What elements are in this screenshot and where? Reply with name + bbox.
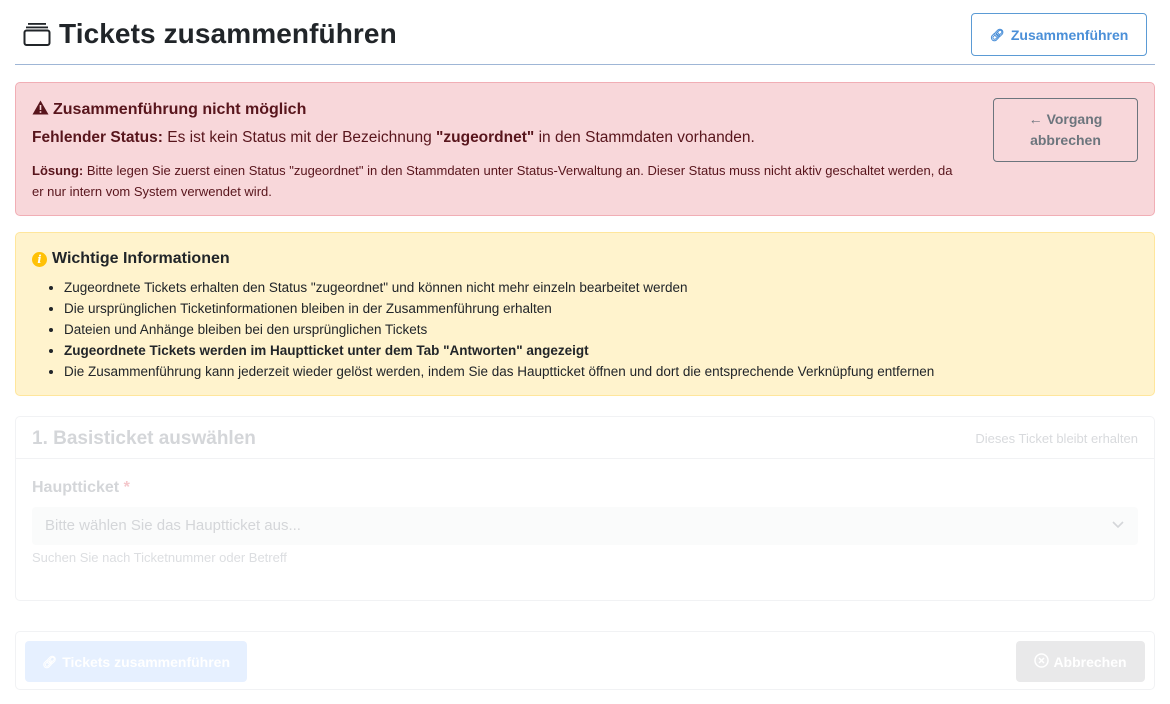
solution-label: Lösung: xyxy=(32,163,84,178)
missing-status-text: Fehlender Status: Es ist kein Status mit… xyxy=(32,129,755,147)
list-item: Zugeordnete Tickets erhalten den Status … xyxy=(64,277,934,298)
arrow-left-icon: ← xyxy=(1028,111,1043,127)
step1-hint: Dieses Ticket bleibt erhalten xyxy=(975,431,1138,446)
error-alert: Zusammenführung nicht möglich Fehlender … xyxy=(15,82,1155,216)
list-item: Die ursprünglichen Ticketinformationen b… xyxy=(64,298,934,319)
cancel-button-label: Abbrechen xyxy=(1053,653,1127,670)
main-ticket-label: Hauptticket * xyxy=(32,479,130,496)
merge-button-top-label: Zusammenführen xyxy=(1010,26,1129,43)
info-icon: i xyxy=(32,251,47,267)
merge-button-top[interactable]: 🔗︎ Zusammenführen xyxy=(971,13,1147,56)
main-ticket-select[interactable]: Bitte wählen Sie das Hauptticket aus... xyxy=(32,507,1138,545)
cancel-button[interactable]: Abbrechen xyxy=(1016,641,1145,682)
page-title: Tickets zusammenführen xyxy=(23,18,397,50)
cancel-operation-line1: ← Vorgang xyxy=(1028,111,1103,127)
main-ticket-select-placeholder: Bitte wählen Sie das Hauptticket aus... xyxy=(45,517,301,534)
solution-text: Lösung: Bitte legen Sie zuerst einen Sta… xyxy=(32,160,962,202)
step1-card-header: 1. Basisticket auswählen Dieses Ticket b… xyxy=(16,417,1154,459)
cancel-operation-button[interactable]: ← Vorgang abbrechen xyxy=(993,98,1138,162)
step1-title: 1. Basisticket auswählen xyxy=(32,428,256,449)
link-icon: 🔗︎ xyxy=(989,27,1005,42)
list-item: Dateien und Anhänge bleiben bei den ursp… xyxy=(64,319,934,340)
missing-status-before: Es ist kein Status mit der Bezeichnung xyxy=(162,129,437,146)
chevron-down-icon xyxy=(1112,517,1124,532)
link-icon: 🔗︎ xyxy=(41,654,58,669)
close-circle-icon xyxy=(1034,652,1050,671)
cancel-operation-line2: abbrechen xyxy=(1030,132,1101,148)
warning-triangle-icon xyxy=(32,100,49,120)
info-box-title: Wichtige Informationen xyxy=(52,250,230,267)
info-box: i Wichtige Informationen Zugeordnete Tic… xyxy=(15,232,1155,396)
action-footer: 🔗︎ Tickets zusammenführen Abbrechen xyxy=(15,631,1155,690)
error-alert-title: Zusammenführung nicht möglich xyxy=(53,101,307,118)
info-list: Zugeordnete Tickets erhalten den Status … xyxy=(64,277,934,382)
stack-icon xyxy=(23,21,51,47)
missing-status-name: "zugeordnet" xyxy=(436,129,535,146)
missing-status-after: in den Stammdaten vorhanden. xyxy=(534,129,755,146)
main-ticket-help: Suchen Sie nach Ticketnummer oder Betref… xyxy=(32,550,287,565)
info-box-heading: i Wichtige Informationen xyxy=(32,250,230,268)
merge-tickets-button[interactable]: 🔗︎ Tickets zusammenführen xyxy=(25,641,247,682)
page-header: Tickets zusammenführen 🔗︎ Zusammenführen xyxy=(15,0,1155,65)
error-alert-heading: Zusammenführung nicht möglich xyxy=(32,100,306,120)
list-item: Zugeordnete Tickets werden im Hauptticke… xyxy=(64,340,934,361)
page-title-text: Tickets zusammenführen xyxy=(59,18,397,49)
list-item: Die Zusammenführung kann jederzeit wiede… xyxy=(64,361,934,382)
required-mark: * xyxy=(123,479,130,496)
missing-status-label: Fehlender Status: xyxy=(32,129,163,146)
step1-card: 1. Basisticket auswählen Dieses Ticket b… xyxy=(15,416,1155,601)
solution-body: Bitte legen Sie zuerst einen Status "zug… xyxy=(32,163,953,199)
merge-tickets-button-label: Tickets zusammenführen xyxy=(62,653,231,670)
